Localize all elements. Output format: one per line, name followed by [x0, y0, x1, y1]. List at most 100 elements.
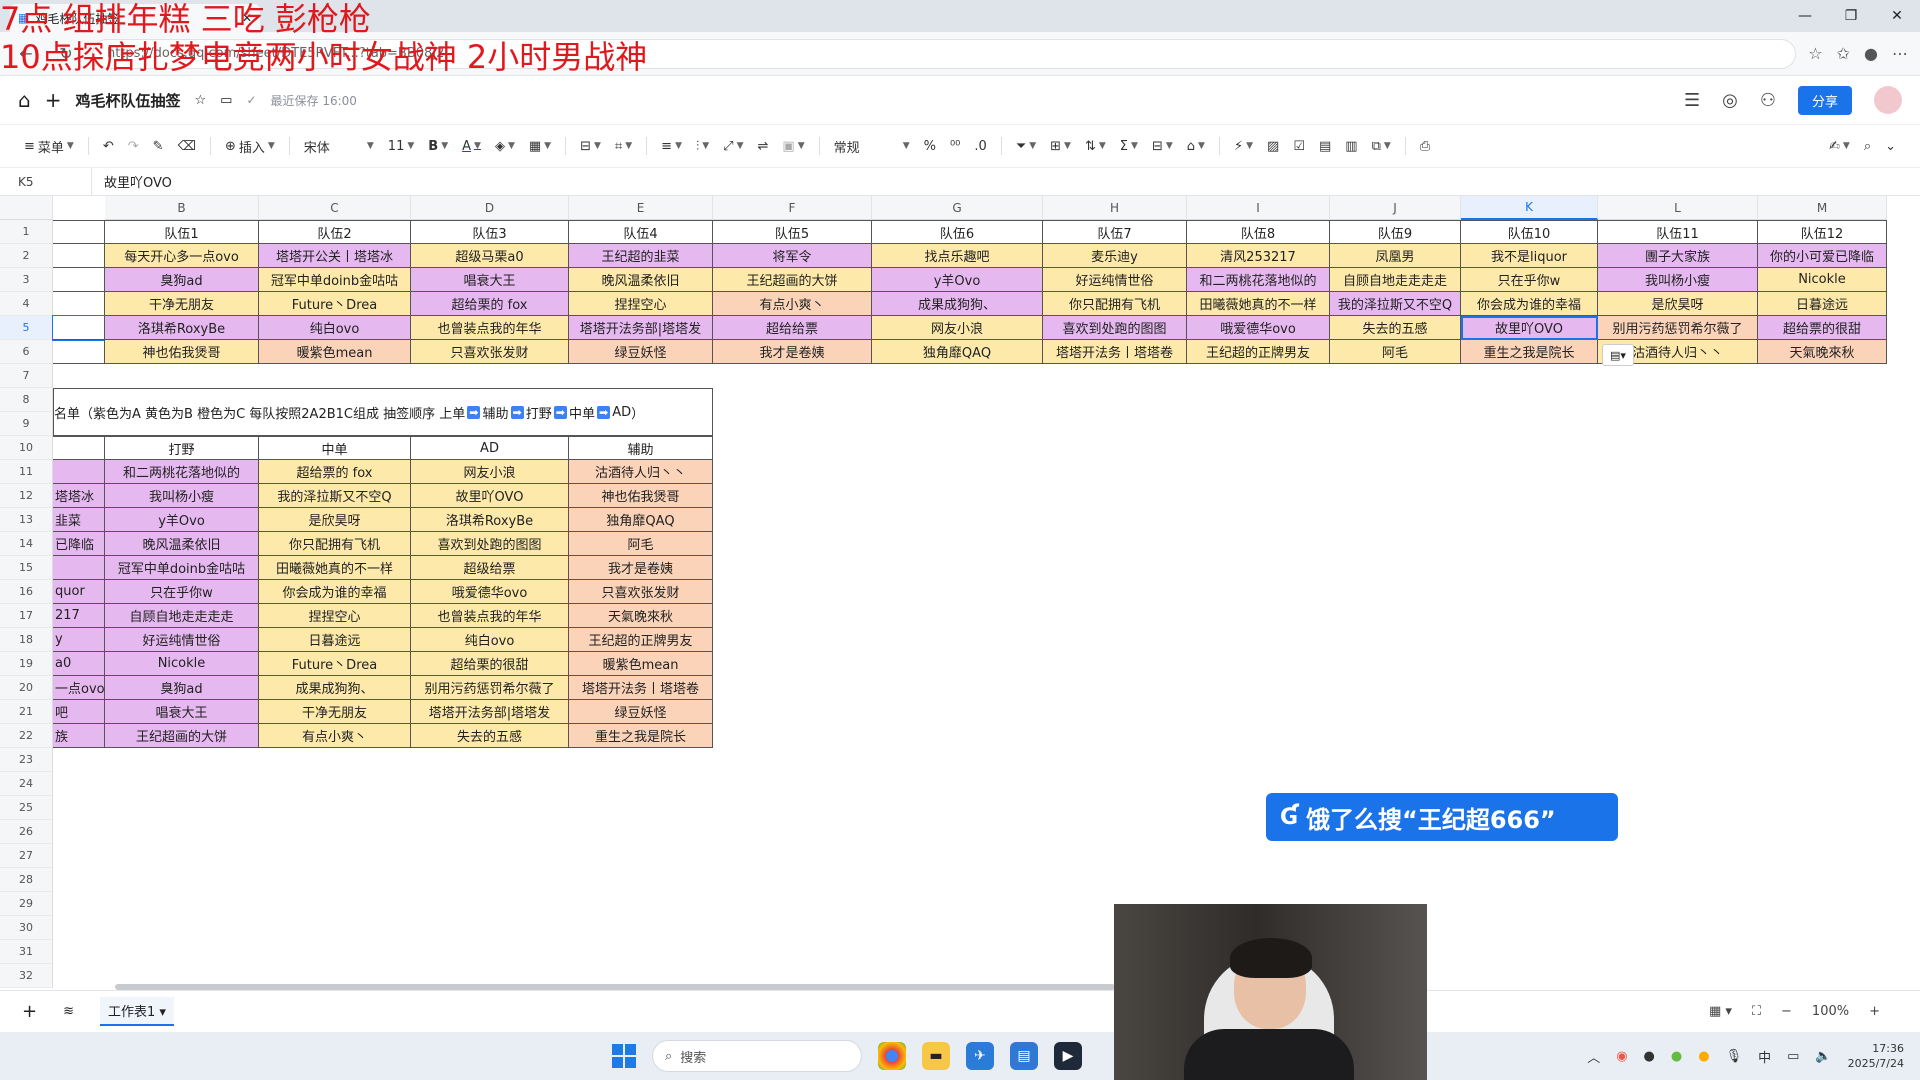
team-member-cell[interactable]: 團子大家族: [1598, 244, 1758, 268]
team-header[interactable]: 队伍1: [105, 220, 259, 244]
maximize-icon[interactable]: ❐: [1828, 0, 1874, 32]
menu-button[interactable]: ≡ 菜单 ▼: [24, 137, 74, 156]
role-cell-fragment[interactable]: a0: [53, 652, 105, 676]
row-header[interactable]: 1: [0, 220, 53, 244]
team-member-cell[interactable]: 洛琪希RoxyBe: [105, 316, 259, 340]
team-member-cell[interactable]: 找点乐趣吧: [872, 244, 1043, 268]
file-explorer-icon[interactable]: ▬: [922, 1042, 950, 1070]
paste-options-icon[interactable]: ▤▾: [1602, 344, 1634, 366]
row-header[interactable]: 5: [0, 316, 53, 340]
role-member-cell[interactable]: 自顾自地走走走走: [105, 604, 259, 628]
role-member-cell[interactable]: 冠军中单doinb金咕咕: [105, 556, 259, 580]
column-header-l[interactable]: L: [1598, 196, 1758, 220]
formula-input[interactable]: 故里吖OVO: [92, 172, 172, 191]
checkbox-icon[interactable]: ☑: [1293, 139, 1305, 154]
form-icon[interactable]: ▤: [1319, 139, 1331, 154]
home-icon[interactable]: ⌂: [18, 88, 31, 112]
team-member-cell[interactable]: 王纪超的韭菜: [569, 244, 713, 268]
font-select[interactable]: 宋体 ▼: [304, 137, 374, 156]
merge-icon[interactable]: ⊟ ▼: [580, 139, 601, 154]
team-member-cell[interactable]: 天氣晚來秋: [1758, 340, 1887, 364]
team-member-cell[interactable]: 捏捏空心: [569, 292, 713, 316]
taskbar-search[interactable]: ⌕ 搜索: [652, 1040, 862, 1072]
team-header[interactable]: 队伍3: [411, 220, 569, 244]
role-member-cell[interactable]: 失去的五感: [411, 724, 569, 748]
freeze-icon[interactable]: ⊞ ▼: [1050, 139, 1071, 154]
team-member-cell[interactable]: 你只配拥有飞机: [1043, 292, 1187, 316]
team-member-cell[interactable]: 王纪超画的大饼: [713, 268, 872, 292]
tray-chevron-icon[interactable]: ︿: [1587, 1047, 1600, 1066]
team-member-cell[interactable]: 我的泽拉斯又不空Q: [1330, 292, 1461, 316]
role-member-cell[interactable]: 喜欢到处跑的图图: [411, 532, 569, 556]
team-header[interactable]: 队伍7: [1043, 220, 1187, 244]
network-icon[interactable]: ▭: [1787, 1049, 1799, 1064]
tray-app3-icon[interactable]: ●: [1671, 1049, 1682, 1064]
team-member-cell[interactable]: 网友小浪: [872, 316, 1043, 340]
role-member-cell[interactable]: y羊Ovo: [105, 508, 259, 532]
cell-reference[interactable]: K5: [0, 167, 92, 196]
role-member-cell[interactable]: 也曾装点我的年华: [411, 604, 569, 628]
role-member-cell[interactable]: 好运纯情世俗: [105, 628, 259, 652]
format-painter-icon[interactable]: ✎: [153, 139, 164, 154]
team-header[interactable]: 队伍2: [259, 220, 411, 244]
zoom-in-icon[interactable]: +: [1869, 1004, 1880, 1019]
percent-button[interactable]: %: [924, 139, 936, 154]
row-header[interactable]: 16: [0, 580, 53, 604]
bold-icon[interactable]: B ▼: [428, 139, 448, 154]
role-cell-fragment[interactable]: 217: [53, 604, 105, 628]
role-member-cell[interactable]: 天氣晚來秋: [569, 604, 713, 628]
role-member-cell[interactable]: 塔塔开法务丨塔塔卷: [569, 676, 713, 700]
team-member-cell[interactable]: 唱衰大王: [411, 268, 569, 292]
app-blue-icon[interactable]: ✈: [966, 1042, 994, 1070]
role-member-cell[interactable]: 我才是卷姨: [569, 556, 713, 580]
column-header-b[interactable]: B: [105, 196, 259, 220]
role-member-cell[interactable]: 独角靡QAQ: [569, 508, 713, 532]
role-member-cell[interactable]: 捏捏空心: [259, 604, 411, 628]
column-header-f[interactable]: F: [713, 196, 872, 220]
column-header-d[interactable]: D: [411, 196, 569, 220]
role-member-cell[interactable]: 绿豆妖怪: [569, 700, 713, 724]
team-member-cell[interactable]: 只在乎你w: [1461, 268, 1598, 292]
team-member-cell[interactable]: 超级马栗a0: [411, 244, 569, 268]
role-member-cell[interactable]: 沽酒待人归丶丶: [569, 460, 713, 484]
team-member-cell[interactable]: 清风253217: [1187, 244, 1330, 268]
role-member-cell[interactable]: 是欣昊呀: [259, 508, 411, 532]
role-cell-fragment[interactable]: 族: [53, 724, 105, 748]
team-member-cell[interactable]: 超给票的很甜: [1758, 316, 1887, 340]
role-member-cell[interactable]: 只在乎你w: [105, 580, 259, 604]
smart-tool-icon[interactable]: ⚡ ▼: [1234, 139, 1253, 154]
column-header-e[interactable]: E: [569, 196, 713, 220]
zoom-level[interactable]: 100%: [1812, 1004, 1849, 1019]
borders-icon[interactable]: ▦ ▼: [529, 139, 551, 154]
sum-icon[interactable]: Σ ▼: [1120, 139, 1138, 154]
role-cell-fragment[interactable]: 一点ovo: [53, 676, 105, 700]
row-header[interactable]: 7: [0, 364, 53, 388]
protect-icon[interactable]: ⌂ ▼: [1187, 139, 1205, 154]
crop-icon[interactable]: ⌗ ▼: [615, 139, 632, 154]
role-member-cell[interactable]: 神也佑我煲哥: [569, 484, 713, 508]
sheet-list-icon[interactable]: ≋: [63, 1004, 74, 1019]
collapse-icon[interactable]: ⌄: [1885, 139, 1896, 154]
team-member-cell[interactable]: 王纪超的正牌男友: [1187, 340, 1330, 364]
team-member-cell[interactable]: 独角靡QAQ: [872, 340, 1043, 364]
favorites-icon[interactable]: ✩: [1837, 44, 1850, 63]
spreadsheet-grid[interactable]: B C D E F G H I J K L M 1 2 3 4 5 6 7 8 9 10 11 12 13 14 15 16 17 18 1…: [0, 196, 1920, 988]
number-format-select[interactable]: 常规 ▼: [834, 137, 910, 156]
team-member-cell[interactable]: 我才是卷姨: [713, 340, 872, 364]
cell[interactable]: [52, 315, 106, 341]
team-header[interactable]: 队伍6: [872, 220, 1043, 244]
wrap-icon[interactable]: ⇌: [757, 139, 768, 154]
row-header[interactable]: 18: [0, 628, 53, 652]
volume-icon[interactable]: 🔈: [1815, 1049, 1831, 1064]
zoom-out-icon[interactable]: −: [1781, 1004, 1792, 1019]
team-member-cell[interactable]: 超给给票: [713, 316, 872, 340]
row-header[interactable]: 32: [0, 964, 53, 988]
role-member-cell[interactable]: 成果成狗狗、: [259, 676, 411, 700]
row-header[interactable]: 14: [0, 532, 53, 556]
tray-app2-icon[interactable]: ●: [1644, 1049, 1655, 1064]
copy-icon[interactable]: ⧉ ▼: [1372, 139, 1391, 154]
team-header[interactable]: 队伍4: [569, 220, 713, 244]
role-member-cell[interactable]: 我叫杨小瘦: [105, 484, 259, 508]
team-member-cell[interactable]: 有点小爽丶: [713, 292, 872, 316]
tray-app1-icon[interactable]: ◉: [1616, 1049, 1627, 1064]
